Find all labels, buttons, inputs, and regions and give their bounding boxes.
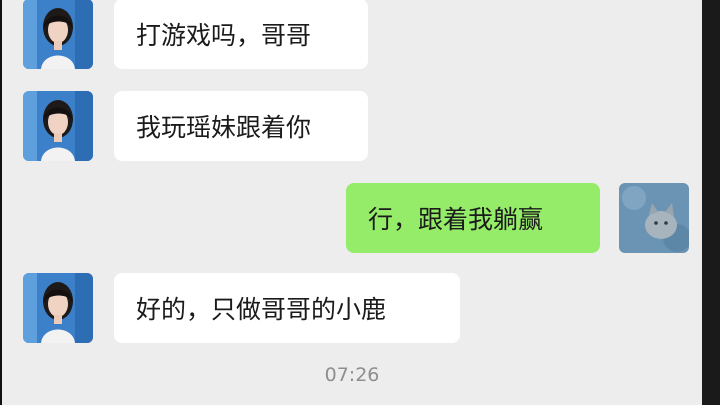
message-text: 好的，只做哥哥的小鹿 <box>136 295 387 324</box>
message-text: 打游戏吗，哥哥 <box>136 21 312 50</box>
message-bubble[interactable]: 好的，只做哥哥的小鹿 <box>114 273 460 343</box>
girl-portrait-icon <box>23 91 93 161</box>
message-bubble[interactable]: 打游戏吗，哥哥 <box>114 0 368 69</box>
girl-portrait-icon <box>23 273 93 343</box>
message-timestamp: 07:26 <box>324 364 380 386</box>
contact-avatar[interactable] <box>23 0 93 69</box>
self-avatar[interactable] <box>619 183 689 253</box>
cat-portrait-icon <box>619 183 689 253</box>
message-text: 我玩瑶妹跟着你 <box>136 113 312 142</box>
screen-edge <box>702 0 720 405</box>
message-bubble[interactable]: 我玩瑶妹跟着你 <box>114 91 368 161</box>
girl-portrait-icon <box>23 0 93 69</box>
contact-avatar[interactable] <box>23 273 93 343</box>
message-text: 行，跟着我躺赢 <box>368 205 544 234</box>
message-bubble[interactable]: 行，跟着我躺赢 <box>346 183 600 253</box>
contact-avatar[interactable] <box>23 91 93 161</box>
chat-view: 打游戏吗，哥哥 我玩瑶妹跟着你 行，跟着我躺赢 好的，只做哥哥的小鹿 07:26 <box>2 0 702 405</box>
